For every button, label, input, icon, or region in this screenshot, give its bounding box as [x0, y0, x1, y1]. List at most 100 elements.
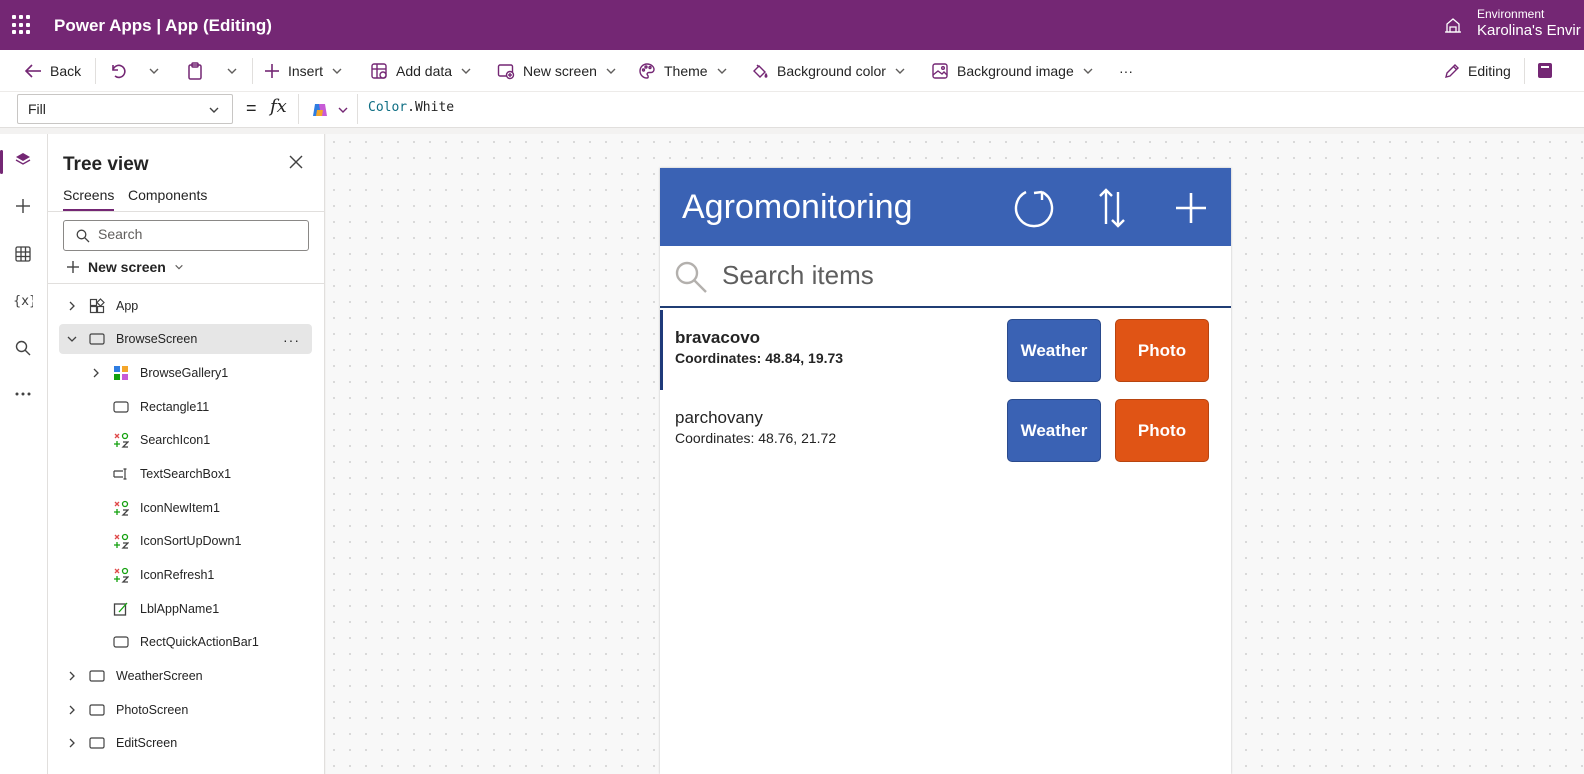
tab-components[interactable]: Components [128, 187, 207, 209]
environment-label: Environment [1477, 7, 1545, 21]
divider [1524, 58, 1525, 84]
chevron-down-icon [338, 107, 348, 113]
property-value: Fill [28, 101, 46, 117]
chevron-right-icon[interactable] [64, 705, 80, 715]
chevron-right-icon[interactable] [88, 368, 104, 378]
icon-control-icon [112, 500, 130, 516]
label-control-icon [112, 601, 130, 617]
tree-node-weatherscreen[interactable]: WeatherScreen [64, 661, 203, 691]
search-icon [76, 229, 90, 243]
table-icon [15, 246, 31, 262]
back-arrow-icon [24, 64, 41, 78]
tree-node-rectquickactionbar[interactable]: RectQuickActionBar1 [112, 627, 259, 657]
theme-label: Theme [664, 63, 708, 79]
gallery-icon [112, 365, 130, 381]
tree-node-app[interactable]: App [64, 291, 312, 321]
new-screen-button[interactable]: New screen [497, 60, 617, 82]
chevron-down-icon [227, 68, 237, 74]
left-rail: {x} [0, 134, 48, 774]
rail-data[interactable] [0, 234, 46, 274]
add-data-button[interactable]: Add data [370, 60, 472, 82]
close-icon[interactable] [289, 155, 303, 169]
tree-node-photoscreen[interactable]: PhotoScreen [64, 695, 188, 725]
insert-button[interactable]: Insert [264, 60, 343, 82]
app-launcher-icon[interactable] [12, 15, 32, 35]
icon-control-icon [112, 567, 130, 583]
tree-node-editscreen[interactable]: EditScreen [64, 728, 177, 758]
more-options-icon[interactable]: ··· [283, 332, 300, 348]
rail-insert[interactable] [0, 186, 46, 226]
tree-node-iconsortupdown[interactable]: IconSortUpDown1 [112, 526, 241, 556]
property-dropdown[interactable]: Fill [17, 94, 233, 124]
app-header-bar[interactable]: Agromonitoring [660, 168, 1231, 246]
editing-mode-button[interactable]: Editing [1443, 60, 1511, 82]
gallery-item[interactable]: parchovany Coordinates: 48.76, 21.72 Wea… [660, 390, 1231, 470]
tree-node-label: RectQuickActionBar1 [140, 635, 259, 649]
app-search-input[interactable] [722, 260, 1202, 291]
tab-screens[interactable]: Screens [63, 187, 115, 211]
paste-dropdown[interactable] [226, 60, 238, 82]
tree-node-label: BrowseGallery1 [140, 366, 229, 380]
formula-bar: Fill = fx Color.White [0, 92, 1584, 128]
rail-more[interactable] [0, 374, 46, 414]
tree-node-iconrefresh[interactable]: IconRefresh1 [112, 560, 214, 590]
rail-variables[interactable]: {x} [0, 280, 46, 320]
environment-name[interactable]: Karolina's Envir [1477, 22, 1581, 39]
icon-control-icon [112, 432, 130, 448]
rail-tree-view[interactable] [0, 140, 46, 180]
photo-button[interactable]: Photo [1115, 319, 1209, 382]
tree-node-textsearchbox[interactable]: TextSearchBox1 [112, 459, 231, 489]
refresh-icon[interactable] [1012, 186, 1056, 230]
command-bar: Back Insert Add data New screen Theme Ba… [0, 50, 1584, 92]
tree-node-label: SearchIcon1 [140, 433, 211, 447]
more-commands-button[interactable]: ··· [1119, 60, 1133, 82]
formula-input[interactable]: Color.White [368, 100, 454, 115]
photo-button[interactable]: Photo [1115, 399, 1209, 462]
back-label: Back [50, 63, 82, 79]
background-image-label: Background image [957, 63, 1074, 79]
chevron-down-icon[interactable] [64, 334, 80, 344]
new-screen-link[interactable]: New screen [66, 259, 184, 275]
app-search-bar[interactable] [660, 246, 1231, 308]
paste-button[interactable] [186, 60, 204, 82]
image-icon [932, 63, 948, 79]
copilot-button[interactable] [298, 94, 358, 124]
plus-icon[interactable] [1174, 186, 1208, 230]
tree-node-browsescreen[interactable]: BrowseScreen ··· [59, 324, 312, 354]
app-screen-preview[interactable]: Agromonitoring bravacovo Coordinates: 48… [660, 168, 1231, 774]
back-button[interactable]: Back [24, 60, 81, 82]
tree-node-lblappname[interactable]: LblAppName1 [112, 594, 219, 624]
undo-icon [112, 64, 126, 79]
sort-up-down-icon[interactable] [1098, 186, 1126, 230]
environment-icon[interactable] [1444, 16, 1462, 34]
chevron-right-icon[interactable] [64, 301, 80, 311]
tree-search-box[interactable] [63, 220, 309, 251]
pencil-icon [1445, 63, 1459, 78]
chevron-right-icon[interactable] [64, 738, 80, 748]
tree-node-rectangle[interactable]: Rectangle11 [112, 392, 209, 422]
tree-search-input[interactable] [98, 226, 298, 242]
new-screen-icon [497, 64, 515, 80]
tree-node-label: IconRefresh1 [140, 568, 215, 582]
gallery-item[interactable]: bravacovo Coordinates: 48.84, 19.73 Weat… [660, 310, 1231, 390]
item-name: parchovany [675, 408, 763, 427]
theme-button[interactable]: Theme [638, 60, 728, 82]
rail-search[interactable] [0, 328, 46, 368]
undo-dropdown[interactable] [148, 60, 160, 82]
undo-button[interactable] [108, 60, 126, 82]
new-screen-label: New screen [523, 63, 597, 79]
background-image-button[interactable]: Background image [931, 60, 1094, 82]
weather-button[interactable]: Weather [1007, 319, 1101, 382]
background-color-button[interactable]: Background color [751, 60, 906, 82]
tree-node-iconnewitem[interactable]: IconNewItem1 [112, 493, 220, 523]
tree-node-searchicon[interactable]: SearchIcon1 [112, 425, 210, 455]
chevron-right-icon[interactable] [64, 671, 80, 681]
function-icon[interactable]: fx [270, 96, 287, 117]
app-title-label[interactable]: Agromonitoring [682, 188, 913, 227]
notebook-button[interactable] [1536, 60, 1554, 82]
weather-button[interactable]: Weather [1007, 399, 1101, 462]
search-icon[interactable] [674, 260, 708, 294]
chevron-down-icon [209, 107, 219, 113]
tree-node-browsegallery[interactable]: BrowseGallery1 [88, 358, 228, 388]
palette-icon [639, 63, 655, 79]
